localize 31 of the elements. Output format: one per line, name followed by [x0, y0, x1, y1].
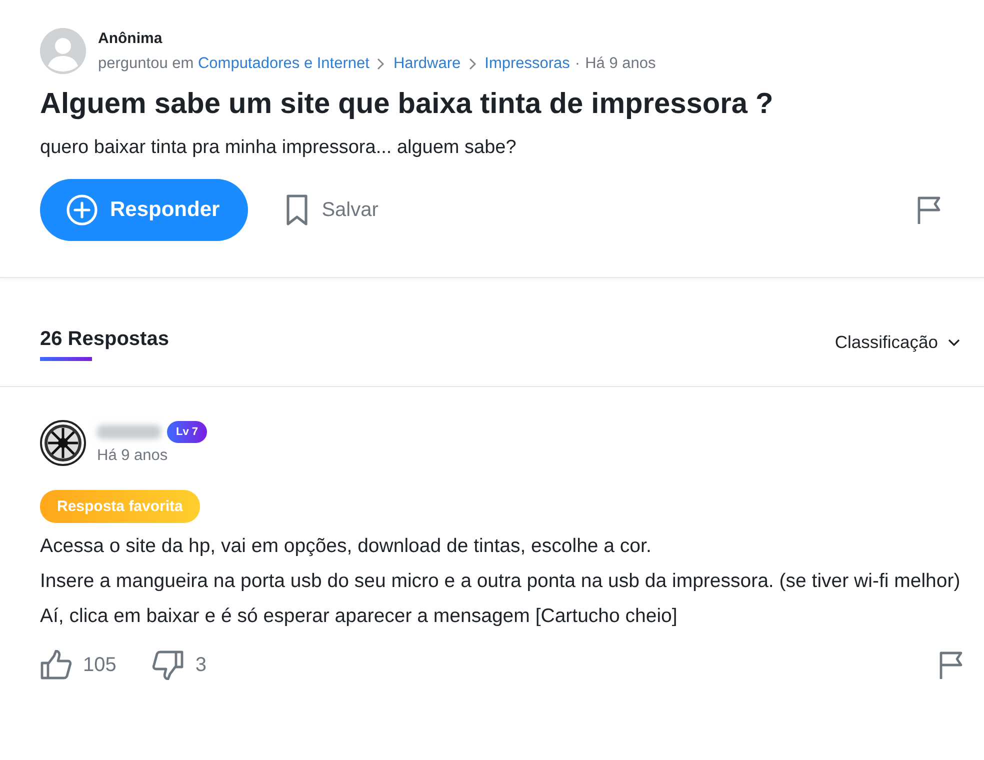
question-time: Há 9 anos: [585, 54, 656, 72]
breadcrumb-link[interactable]: Hardware: [393, 54, 461, 72]
like-button[interactable]: 105: [40, 650, 116, 680]
breadcrumb-link[interactable]: Impressoras: [484, 54, 570, 72]
breadcrumb-link[interactable]: Computadores e Internet: [198, 54, 370, 72]
answer-text: Acessa o site da hp, vai em opções, download de tintas, escolhe a cor.: [40, 534, 652, 559]
question-title: Alguem sabe um site que baixa tinta de impressora ?: [40, 88, 774, 121]
answer-time: Há 9 anos: [97, 447, 168, 465]
save-button[interactable]: Salvar: [286, 194, 378, 226]
author-name: Anônima: [98, 30, 162, 46]
answer-text: Aí, clica em baixar e é só esperar aparecer a mensagem [Cartucho cheio]: [40, 604, 678, 629]
avatar-icon: [40, 420, 86, 466]
dislike-button[interactable]: 3: [152, 650, 206, 680]
answers-count-tab[interactable]: 26 Respostas: [40, 328, 169, 361]
bookmark-icon: [286, 194, 308, 226]
question-body: quero baixar tinta pra minha impressora... alguem sabe?: [40, 137, 516, 159]
asked-in-label: perguntou em: [98, 54, 194, 72]
favorite-answer-badge: Resposta favorita: [40, 490, 200, 523]
answer-button[interactable]: Responder: [40, 179, 248, 241]
blurred-username: [97, 425, 161, 439]
thumbs-down-icon: [152, 650, 184, 680]
answer-text: Insere a mangueira na porta usb do seu micro e a outra ponta na usb da impressora. (se tiver wi-fi melhor): [40, 569, 962, 594]
sort-dropdown[interactable]: Classificação: [828, 331, 966, 354]
chevron-right-icon: [468, 56, 478, 70]
level-badge: Lv 7: [167, 421, 208, 443]
separator-dot: ·: [574, 54, 580, 72]
avatar-icon: [40, 28, 86, 74]
thumbs-up-icon: [40, 650, 72, 680]
plus-circle-icon: [66, 194, 98, 226]
chevron-right-icon: [376, 56, 386, 70]
chevron-down-icon: [948, 338, 960, 346]
